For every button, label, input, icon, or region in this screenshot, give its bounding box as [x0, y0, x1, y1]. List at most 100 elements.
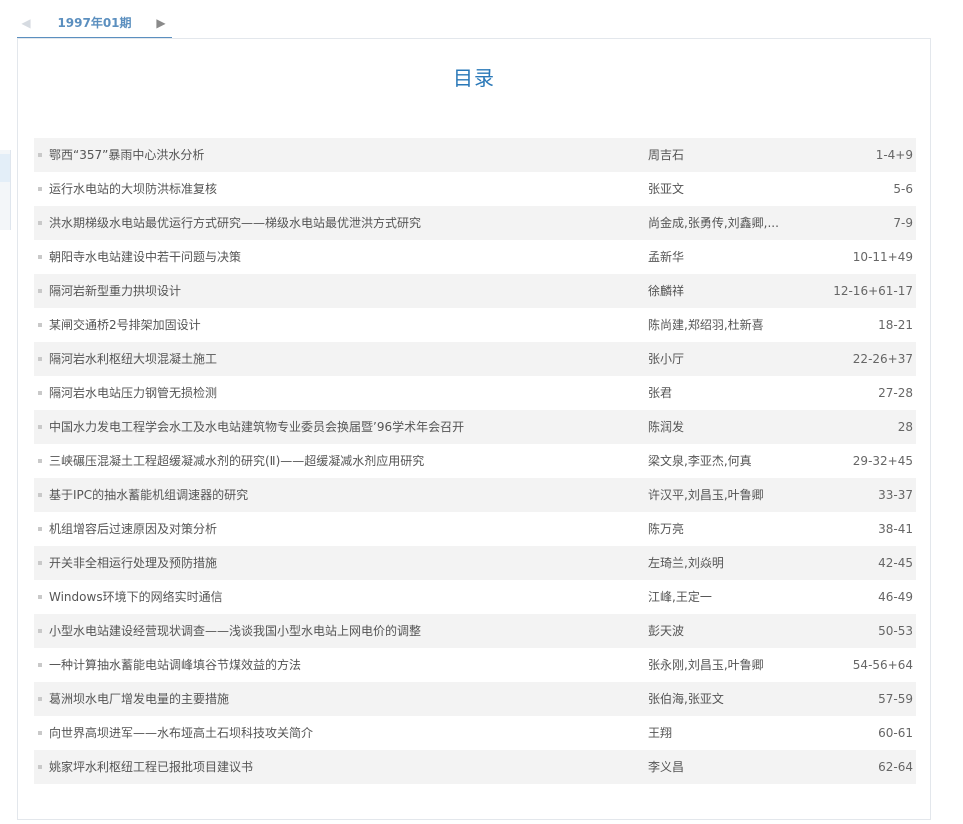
list-item[interactable]: 隔河岩新型重力拱坝设计 徐麟祥 12-16+61-17 [34, 274, 916, 308]
article-authors: 王翔 [648, 726, 673, 740]
bullet-icon [38, 289, 42, 293]
bullet-icon [38, 323, 42, 327]
bullet-icon [38, 697, 42, 701]
bullet-icon [38, 187, 42, 191]
article-authors: 张伯海,张亚文 [648, 692, 724, 706]
article-authors: 左琦兰,刘焱明 [648, 556, 724, 570]
bullet-icon [38, 391, 42, 395]
article-title-link[interactable]: 三峡碾压混凝土工程超缓凝减水剂的研究(Ⅱ)——超缓凝减水剂应用研究 [49, 444, 629, 478]
bullet-icon [38, 357, 42, 361]
list-item[interactable]: 某闸交通桥2号排架加固设计 陈尚建,郑绍羽,杜新喜 18-21 [34, 308, 916, 342]
list-item[interactable]: 向世界高坝进军——水布垭高土石坝科技攻关简介 王翔 60-61 [34, 716, 916, 750]
triangle-right-icon[interactable]: ▶ [154, 15, 168, 31]
toc-panel: 目录 鄂西“357”暴雨中心洪水分析 周吉石 1-4+9 运行水电站的大坝防洪标准复核… [17, 38, 931, 820]
list-item[interactable]: 三峡碾压混凝土工程超缓凝减水剂的研究(Ⅱ)——超缓凝减水剂应用研究 梁文泉,李亚杰… [34, 444, 916, 478]
article-title-link[interactable]: 中国水力发电工程学会水工及水电站建筑物专业委员会换届暨’96学术年会召开 [49, 410, 629, 444]
bullet-icon [38, 731, 42, 735]
article-authors: 江峰,王定一 [648, 590, 712, 604]
article-pages: 18-21 [878, 318, 913, 332]
list-item[interactable]: 基于IPC的抽水蓄能机组调速器的研究 许汉平,刘昌玉,叶鲁卿 33-37 [34, 478, 916, 512]
article-authors: 张君 [648, 386, 673, 400]
article-authors: 彭天波 [648, 624, 685, 638]
list-item[interactable]: 中国水力发电工程学会水工及水电站建筑物专业委员会换届暨’96学术年会召开 陈润发 2… [34, 410, 916, 444]
article-pages: 22-26+37 [852, 352, 913, 366]
article-title-link[interactable]: 隔河岩水利枢纽大坝混凝土施工 [49, 342, 629, 376]
article-pages: 50-53 [878, 624, 913, 638]
article-title-link[interactable]: 隔河岩新型重力拱坝设计 [49, 274, 629, 308]
list-item[interactable]: 洪水期梯级水电站最优运行方式研究——梯级水电站最优泄洪方式研究 尚金成,张勇传,刘… [34, 206, 916, 240]
article-pages: 33-37 [878, 488, 913, 502]
article-title-link[interactable]: 开关非全相运行处理及预防措施 [49, 546, 629, 580]
triangle-left-icon[interactable]: ◀ [19, 15, 33, 31]
bullet-icon [38, 595, 42, 599]
article-title-link[interactable]: 葛洲坝水电厂增发电量的主要措施 [49, 682, 629, 716]
article-title-link[interactable]: 朝阳寺水电站建设中若干问题与决策 [49, 240, 629, 274]
article-title-link[interactable]: 机组增容后过速原因及对策分析 [49, 512, 629, 546]
list-item[interactable]: 一种计算抽水蓄能电站调峰填谷节煤效益的方法 张永刚,刘昌玉,叶鲁卿 54-56+64 [34, 648, 916, 682]
list-item[interactable]: 机组增容后过速原因及对策分析 陈万亮 38-41 [34, 512, 916, 546]
article-pages: 38-41 [878, 522, 913, 536]
article-pages: 29-32+45 [852, 454, 913, 468]
list-item[interactable]: 小型水电站建设经营现状调查——浅谈我国小型水电站上网电价的调整 彭天波 50-53 [34, 614, 916, 648]
bullet-icon [38, 459, 42, 463]
list-item[interactable]: 开关非全相运行处理及预防措施 左琦兰,刘焱明 42-45 [34, 546, 916, 580]
article-title-link[interactable]: 某闸交通桥2号排架加固设计 [49, 308, 629, 342]
bullet-icon [38, 221, 42, 225]
article-pages: 27-28 [878, 386, 913, 400]
list-item[interactable]: 运行水电站的大坝防洪标准复核 张亚文 5-6 [34, 172, 916, 206]
article-pages: 60-61 [878, 726, 913, 740]
list-item[interactable]: 葛洲坝水电厂增发电量的主要措施 张伯海,张亚文 57-59 [34, 682, 916, 716]
article-title-link[interactable]: 小型水电站建设经营现状调查——浅谈我国小型水电站上网电价的调整 [49, 614, 629, 648]
article-title-link[interactable]: 向世界高坝进军——水布垭高土石坝科技攻关简介 [49, 716, 629, 750]
article-title-link[interactable]: Windows环境下的网络实时通信 [49, 580, 629, 614]
tab-current-issue[interactable]: 1997年01期 [17, 9, 172, 39]
article-title-link[interactable]: 姚家坪水利枢纽工程已报批项目建议书 [49, 750, 629, 784]
list-item[interactable]: 隔河岩水电站压力钢管无损检测 张君 27-28 [34, 376, 916, 410]
article-authors: 张永刚,刘昌玉,叶鲁卿 [648, 658, 764, 672]
list-item[interactable]: 隔河岩水利枢纽大坝混凝土施工 张小厅 22-26+37 [34, 342, 916, 376]
bullet-icon [38, 527, 42, 531]
article-authors: 张小厅 [648, 352, 685, 366]
article-pages: 62-64 [878, 760, 913, 774]
article-title-link[interactable]: 一种计算抽水蓄能电站调峰填谷节煤效益的方法 [49, 648, 629, 682]
issue-tab-bar: 1997年01期 ◀ ▶ [17, 9, 930, 39]
article-title-link[interactable]: 洪水期梯级水电站最优运行方式研究——梯级水电站最优泄洪方式研究 [49, 206, 629, 240]
article-authors: 李义昌 [648, 760, 685, 774]
page-title: 目录 [453, 66, 495, 90]
bullet-icon [38, 629, 42, 633]
article-title-link[interactable]: 基于IPC的抽水蓄能机组调速器的研究 [49, 478, 629, 512]
article-pages: 5-6 [893, 182, 913, 196]
list-item[interactable]: 朝阳寺水电站建设中若干问题与决策 孟新华 10-11+49 [34, 240, 916, 274]
bullet-icon [38, 493, 42, 497]
article-authors: 陈尚建,郑绍羽,杜新喜 [648, 318, 764, 332]
article-pages: 12-16+61-17 [833, 284, 913, 298]
article-authors: 张亚文 [648, 182, 685, 196]
list-item[interactable]: Windows环境下的网络实时通信 江峰,王定一 46-49 [34, 580, 916, 614]
article-pages: 54-56+64 [852, 658, 913, 672]
article-list: 鄂西“357”暴雨中心洪水分析 周吉石 1-4+9 运行水电站的大坝防洪标准复核 张亚文… [34, 138, 916, 784]
article-title-link[interactable]: 鄂西“357”暴雨中心洪水分析 [49, 138, 629, 172]
bullet-icon [38, 153, 42, 157]
article-authors: 徐麟祥 [648, 284, 685, 298]
bullet-icon [38, 765, 42, 769]
article-pages: 42-45 [878, 556, 913, 570]
page: 1997年01期 ◀ ▶ 目录 鄂西“357”暴雨中心洪水分析 周吉石 1-4+9 运… [0, 0, 963, 824]
article-authors: 许汉平,刘昌玉,叶鲁卿 [648, 488, 764, 502]
article-title-link[interactable]: 运行水电站的大坝防洪标准复核 [49, 172, 629, 206]
bullet-icon [38, 255, 42, 259]
article-pages: 10-11+49 [852, 250, 913, 264]
article-pages: 7-9 [893, 216, 913, 230]
list-item[interactable]: 鄂西“357”暴雨中心洪水分析 周吉石 1-4+9 [34, 138, 916, 172]
article-authors: 陈万亮 [648, 522, 685, 536]
article-title-link[interactable]: 隔河岩水电站压力钢管无损检测 [49, 376, 629, 410]
article-authors: 梁文泉,李亚杰,何真 [648, 454, 752, 468]
bullet-icon [38, 561, 42, 565]
bullet-icon [38, 663, 42, 667]
side-panel-highlight [0, 154, 10, 182]
article-pages: 1-4+9 [875, 148, 913, 162]
article-pages: 57-59 [878, 692, 913, 706]
list-item[interactable]: 姚家坪水利枢纽工程已报批项目建议书 李义昌 62-64 [34, 750, 916, 784]
article-authors: 周吉石 [648, 148, 685, 162]
article-authors: 尚金成,张勇传,刘鑫卿,... [648, 216, 779, 230]
article-pages: 28 [897, 420, 913, 434]
